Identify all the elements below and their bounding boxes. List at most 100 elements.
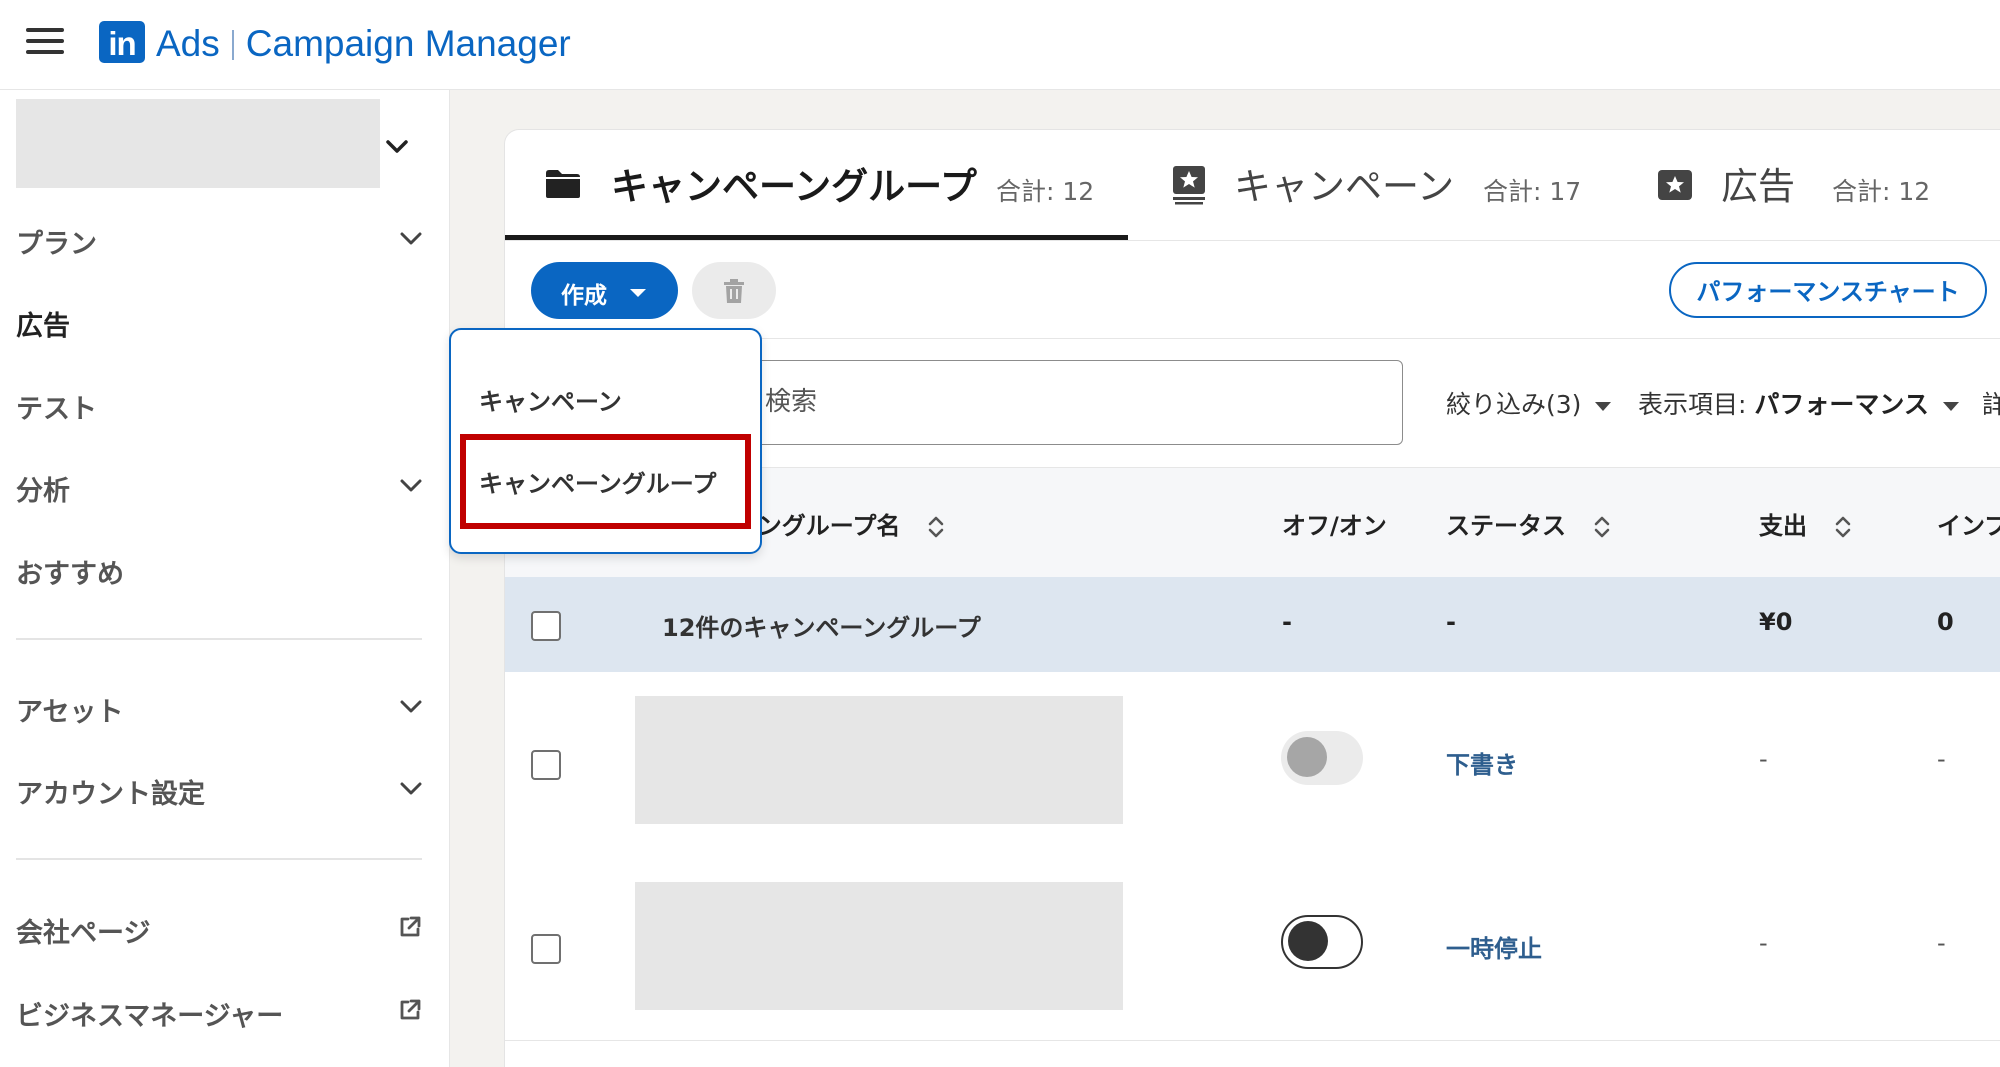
row-spend: - <box>1759 745 1768 773</box>
summary-status: - <box>1446 608 1456 636</box>
search-input[interactable] <box>763 381 1367 423</box>
column-header-name[interactable]: ーングループ名 <box>735 506 944 541</box>
caret-down-icon <box>1942 401 1959 411</box>
search-field[interactable] <box>742 360 1403 445</box>
display-columns-dropdown[interactable]: 表示項目: パフォーマンス <box>1638 385 1959 421</box>
account-selector[interactable] <box>16 99 380 188</box>
toggle-knob <box>1287 737 1327 777</box>
tabs-divider <box>505 240 2000 241</box>
menu-item-campaign[interactable]: キャンペーン <box>479 382 622 417</box>
sidebar-item-label: 広告 <box>16 311 70 342</box>
tab-campaign-groups[interactable]: キャンペーングループ 合計: 12 <box>545 130 1125 241</box>
sidebar-item-assets[interactable]: アセット <box>16 682 422 732</box>
tab-label: キャンペーングループ <box>611 165 977 208</box>
sort-icon <box>1594 516 1610 538</box>
sidebar-item-label: アカウント設定 <box>16 779 205 810</box>
chevron-down-icon <box>400 479 422 492</box>
select-all-checkbox[interactable] <box>531 611 561 641</box>
campaign-icon <box>1173 166 1205 205</box>
chevron-down-icon[interactable] <box>386 140 408 154</box>
create-menu: キャンペーン キャンペーングループ <box>449 328 762 554</box>
table-row: 下書き - - <box>505 672 2000 857</box>
product-name: Ads <box>156 23 220 64</box>
row-checkbox[interactable] <box>531 750 561 780</box>
sidebar-divider <box>16 858 422 860</box>
app-title: Ads Campaign Manager <box>156 20 571 68</box>
chevron-down-icon <box>400 232 422 245</box>
menu-item-campaign-group[interactable]: キャンペーングループ <box>479 464 716 499</box>
linkedin-logo[interactable]: in <box>99 21 145 63</box>
sidebar-item-label: 分析 <box>16 476 70 507</box>
details-dropdown[interactable]: 詳 <box>1982 385 2000 421</box>
sort-icon <box>1835 516 1851 538</box>
row-impressions: - <box>1937 929 1946 957</box>
table-summary-row: 12件のキャンペーングループ - - ¥0 0 <box>505 577 2000 672</box>
status-link[interactable]: 下書き <box>1446 745 1518 780</box>
on-off-toggle[interactable] <box>1281 731 1363 785</box>
column-header-label: 支出 <box>1759 512 1807 540</box>
sidebar-item-label: テスト <box>16 394 97 425</box>
summary-on-off: - <box>1282 608 1292 636</box>
tab-count: 合計: 12 <box>1832 177 1931 206</box>
sidebar-item-recommendations[interactable]: おすすめ <box>16 544 422 594</box>
delete-button[interactable] <box>692 262 776 319</box>
summary-name: 12件のキャンペーングループ <box>662 614 981 642</box>
column-header-status[interactable]: ステータス <box>1446 506 1610 541</box>
filter-label: 絞り込み(3) <box>1446 390 1582 419</box>
ad-icon <box>1658 170 1692 200</box>
campaign-group-name-redacted[interactable] <box>635 696 1123 824</box>
performance-chart-button[interactable]: パフォーマンスチャート <box>1669 262 1987 318</box>
tab-label: 広告 <box>1721 165 1795 208</box>
tab-campaigns[interactable]: キャンペーン 合計: 17 <box>1170 130 1600 241</box>
row-checkbox[interactable] <box>531 934 561 964</box>
summary-spend: ¥0 <box>1759 608 1793 636</box>
caret-down-icon <box>630 289 646 297</box>
on-off-toggle[interactable] <box>1281 915 1363 969</box>
sidebar-item-label: おすすめ <box>16 559 124 590</box>
sidebar-item-label: ビジネスマネージャー <box>16 1001 284 1032</box>
sidebar-item-account-settings[interactable]: アカウント設定 <box>16 764 422 814</box>
sidebar-item-label: プラン <box>16 229 97 260</box>
menu-icon[interactable] <box>26 28 64 58</box>
create-button[interactable]: 作成 <box>531 262 678 319</box>
sidebar-item-label: 会社ページ <box>16 918 151 949</box>
top-bar: in Ads Campaign Manager <box>0 0 2000 90</box>
trash-icon <box>724 279 744 303</box>
create-button-label: 作成 <box>561 283 607 309</box>
chevron-down-icon <box>400 700 422 713</box>
row-impressions: - <box>1937 745 1946 773</box>
sidebar-item-analytics[interactable]: 分析 <box>16 461 422 511</box>
table-row: 一時停止 - - <box>505 856 2000 1041</box>
toggle-knob <box>1288 921 1328 961</box>
tab-label: キャンペーン <box>1234 165 1455 208</box>
title-separator <box>231 30 234 60</box>
sidebar-item-ads[interactable]: 広告 <box>16 296 422 346</box>
sidebar-item-test[interactable]: テスト <box>16 379 422 429</box>
chevron-down-icon <box>400 782 422 795</box>
filter-dropdown[interactable]: 絞り込み(3) <box>1446 385 1612 421</box>
summary-impressions: 0 <box>1937 608 1954 636</box>
details-label: 詳 <box>1982 390 2000 419</box>
sidebar-item-label: アセット <box>16 697 124 728</box>
tab-count: 合計: 17 <box>1483 177 1582 206</box>
campaign-group-name-redacted[interactable] <box>635 882 1123 1010</box>
column-header-impressions[interactable]: インプ <box>1937 506 2000 541</box>
column-header-label: ステータス <box>1446 512 1566 540</box>
status-link[interactable]: 一時停止 <box>1446 929 1542 964</box>
external-link-icon <box>400 999 421 1020</box>
column-header-on-off: オフ/オン <box>1282 512 1387 540</box>
external-link-icon <box>400 916 421 937</box>
display-label: 表示項目: <box>1638 390 1747 419</box>
row-spend: - <box>1759 929 1768 957</box>
tab-ads[interactable]: 広告 合計: 12 <box>1657 130 1977 241</box>
sidebar-item-plan[interactable]: プラン <box>16 214 422 264</box>
sidebar-divider <box>16 638 422 640</box>
sidebar: プラン 広告 テスト 分析 おすすめ アセット アカウント設定 会社ページ ビジ… <box>0 90 450 1067</box>
tab-count: 合計: 12 <box>996 177 1095 206</box>
sidebar-item-business-manager[interactable]: ビジネスマネージャー <box>16 986 422 1036</box>
caret-down-icon <box>1595 401 1612 411</box>
sidebar-item-company-page[interactable]: 会社ページ <box>16 903 422 953</box>
display-value: パフォーマンス <box>1754 390 1929 419</box>
column-header-spend[interactable]: 支出 <box>1759 506 1851 541</box>
app-name: Campaign Manager <box>245 23 571 64</box>
